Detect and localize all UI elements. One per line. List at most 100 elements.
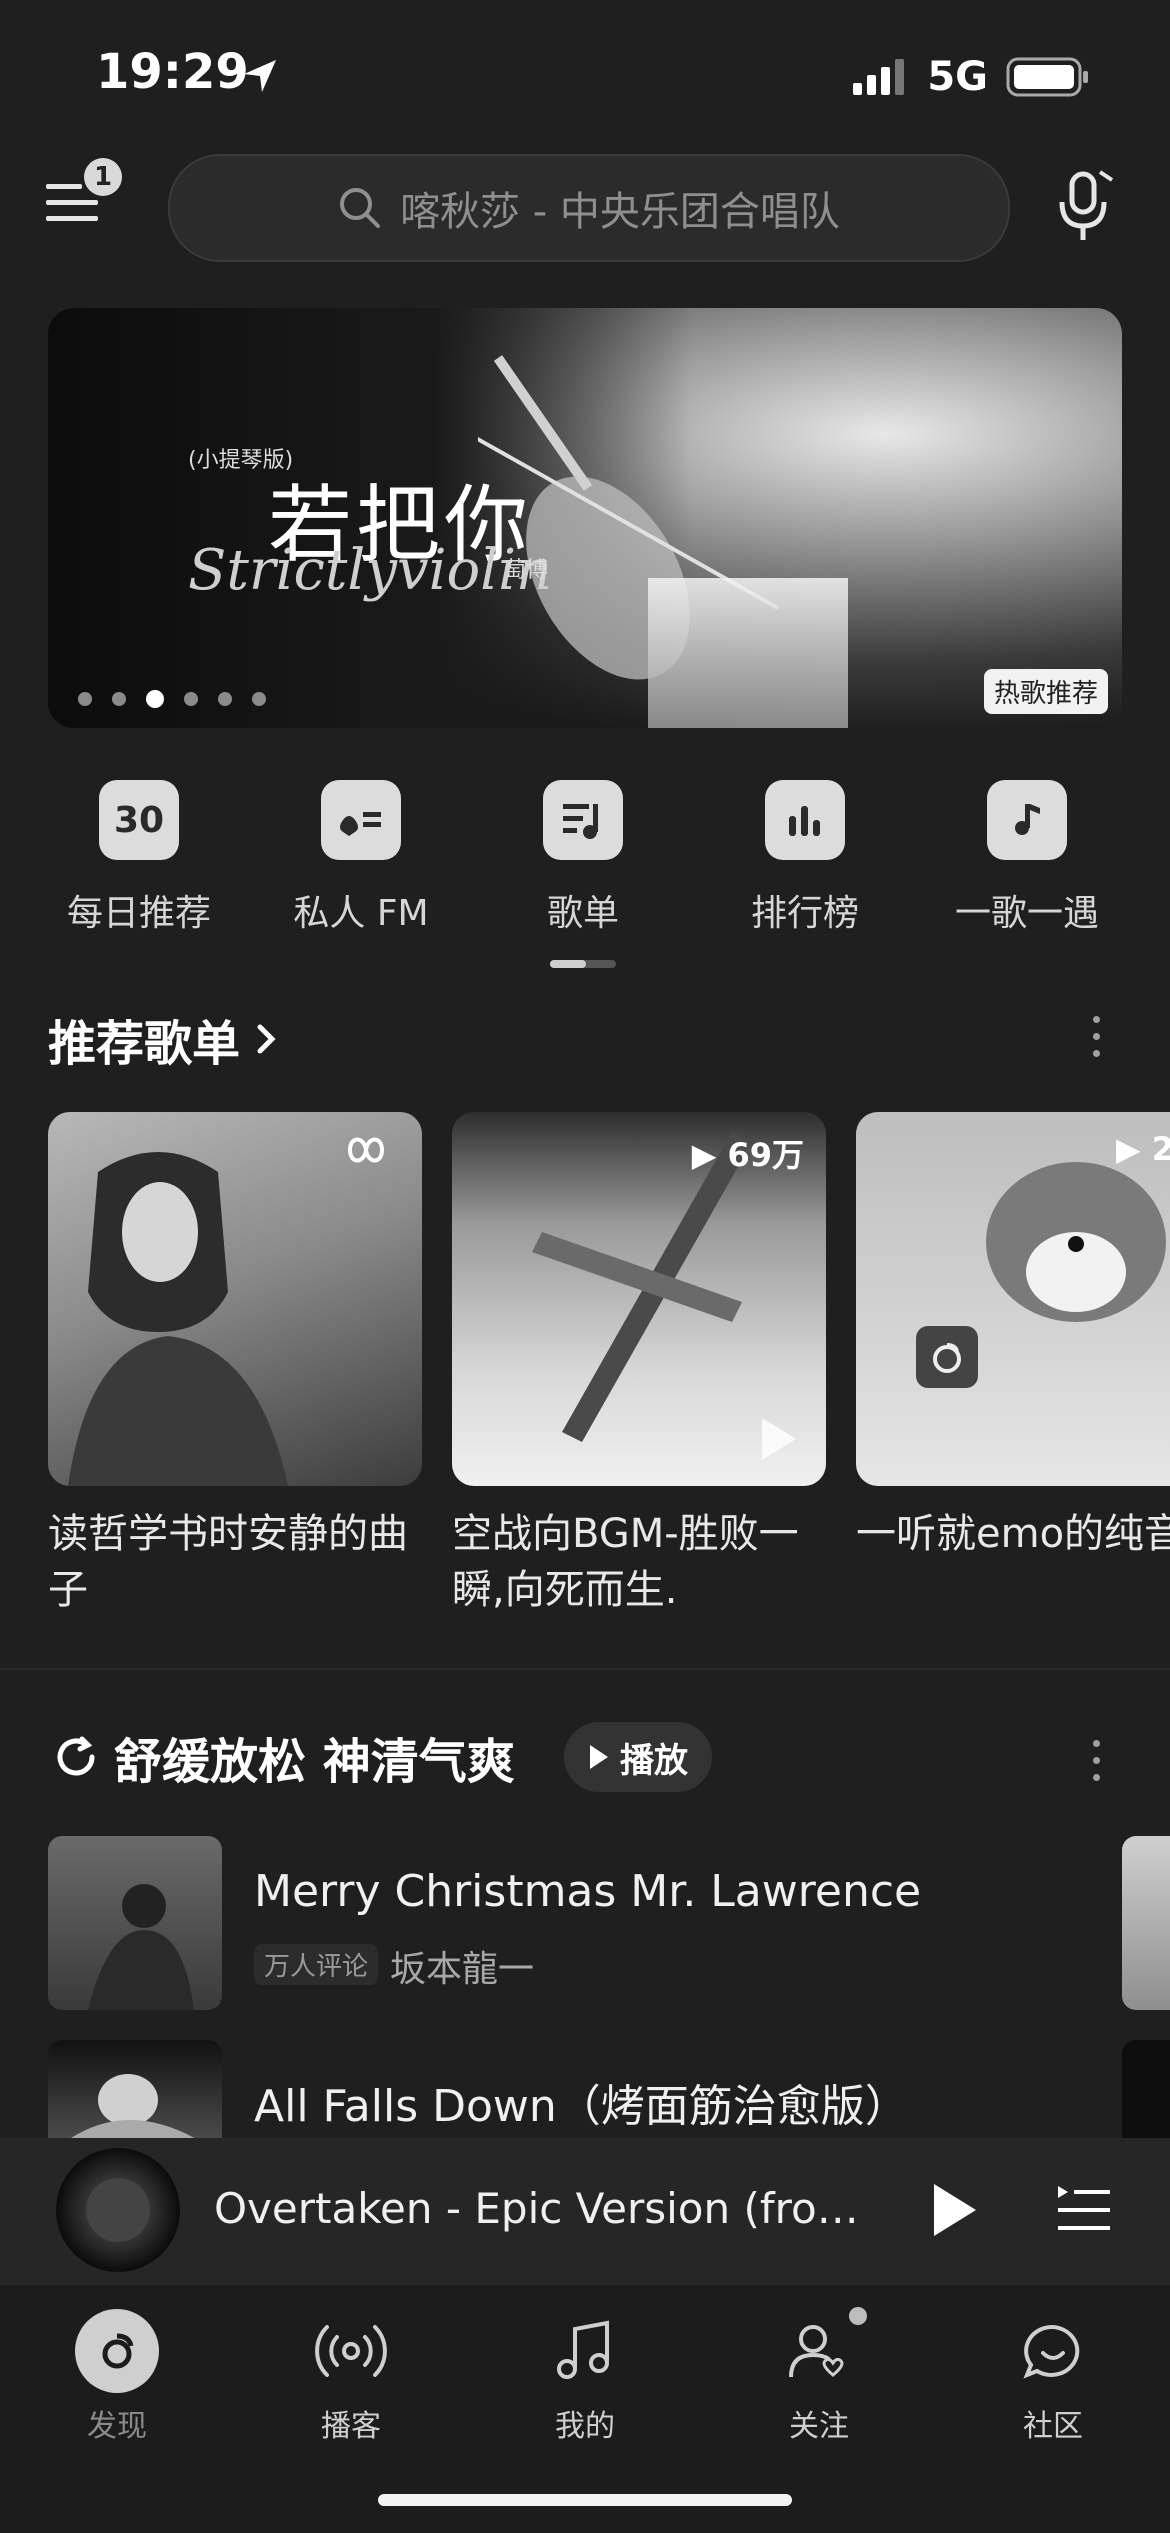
search-placeholder: 喀秋莎 - 中央乐团合唱队 [400,189,840,235]
song-artist: 坂本龍一 [390,1949,535,1990]
banner-pagination [78,690,266,708]
banner-dot[interactable] [112,692,126,706]
playlist-card[interactable]: ▶ 20 一听就emo的纯音乐 [856,1112,1170,1562]
play-all-button[interactable]: 播放 [564,1722,712,1792]
microphone-icon [1059,170,1114,240]
tab-community[interactable]: 社区 [936,2309,1170,2445]
home-indicator [378,2494,792,2506]
app-logo-icon [916,1326,978,1388]
search-input[interactable]: 喀秋莎 - 中央乐团合唱队 [168,154,1010,262]
hero-banner[interactable]: (小提琴版) 若把你 Strictlyviolin 萄博 热歌推荐 [48,308,1122,728]
song-row[interactable]: Merry Christmas Mr. Lawrence 万人评论 坂本龍一 [48,1836,1170,2012]
quick-nav-charts[interactable]: 排行榜 [694,780,916,936]
next-column-preview [1122,1836,1170,2010]
menu-button[interactable]: 1 [46,158,122,240]
play-icon[interactable] [756,1414,800,1464]
recommended-more-button[interactable] [1090,1016,1102,1057]
banner-dot[interactable] [184,692,198,706]
follow-icon [777,2307,867,2393]
quick-nav-label: 排行榜 [750,893,859,934]
refresh-icon[interactable] [52,1733,100,1781]
mini-player-disc[interactable] [56,2148,180,2272]
playlist-play-count: ▶ 20 [1116,1130,1170,1168]
playlist-title: 空战向BGM-胜败一瞬,向死而生. [452,1511,799,1613]
song-cover [48,1836,222,2010]
search-icon [340,188,381,228]
section-divider [0,1668,1170,1670]
signal-icon [853,59,905,95]
relax-header: 舒缓放松 神清气爽 [52,1722,515,1792]
quick-nav-scroll-thumb [550,960,586,968]
playlist-title: 读哲学书时安静的曲子 [48,1511,408,1613]
location-arrow-icon [244,60,276,92]
recommended-header[interactable]: 推荐歌单 [48,1004,280,1074]
podcast-icon [309,2309,393,2393]
tab-label: 发现 [87,2409,147,2444]
playlist-card[interactable]: ▶ 69万 空战向BGM-胜败一瞬,向死而生. [452,1112,826,1618]
quick-nav-label: 一歌一遇 [954,893,1099,934]
playlist-card[interactable]: 读哲学书时安静的曲子 [48,1112,422,1618]
playlist-icon [543,780,623,860]
status-time: 19:29 [96,44,249,100]
tab-podcast[interactable]: 播客 [234,2309,468,2445]
queue-icon[interactable] [1056,2184,1112,2236]
network-label: 5G [927,54,988,100]
quick-nav-label: 歌单 [546,893,619,934]
banner-dot[interactable] [78,692,92,706]
tab-discover[interactable]: 发现 [0,2309,234,2445]
banner-tag: 热歌推荐 [983,669,1108,714]
community-icon [1011,2309,1095,2393]
next-column-preview [1122,2040,1170,2138]
play-icon [590,1745,608,1769]
banner-artist: 萄博 [504,558,549,583]
notification-badge: 1 [84,158,122,196]
chart-icon [765,780,845,860]
banner-dot[interactable] [252,692,266,706]
tab-label: 我的 [555,2409,615,2444]
battery-icon [1006,57,1088,97]
radio-icon [321,780,401,860]
playlist-cover: ▶ 69万 [452,1112,826,1486]
song-title: All Falls Down（烤面筋治愈版） [254,2081,909,2132]
relax-title: 舒缓放松 神清气爽 [114,1734,515,1790]
song-row[interactable]: All Falls Down（烤面筋治愈版） [48,2040,1170,2138]
infinity-icon [347,1137,385,1163]
tab-label: 社区 [1023,2409,1083,2444]
mini-player[interactable]: Overtaken - Epic Version (from "... [0,2138,1170,2284]
banner-dot-active[interactable] [146,690,164,708]
voice-search-button[interactable] [1056,170,1116,244]
chevron-right-icon [257,1024,276,1054]
quick-nav-label: 私人 FM [293,893,429,934]
recommended-title: 推荐歌单 [48,1016,241,1072]
quick-nav-song-encounter[interactable]: 一歌一遇 [916,780,1138,936]
calendar-icon: 30 [99,780,179,860]
banner-dot[interactable] [218,692,232,706]
song-cover [48,2040,222,2138]
quick-nav-fm[interactable]: 私人 FM [250,780,472,936]
banner-script-text: Strictlyviolin [188,538,553,603]
quick-nav: 30 每日推荐 私人 FM 歌单 排行榜 一歌一遇 [0,780,1170,950]
playlist-cover: ▶ 20 [856,1112,1170,1486]
tab-label: 播客 [321,2409,381,2444]
song-comment-tag: 万人评论 [254,1944,379,1985]
discover-icon [75,2309,159,2393]
tab-mine[interactable]: 我的 [468,2309,702,2445]
relax-more-button[interactable] [1090,1740,1102,1781]
playlist-cover [48,1112,422,1486]
follow-notification-dot [849,2307,867,2325]
song-title: Merry Christmas Mr. Lawrence [254,1866,922,1917]
tab-follow[interactable]: 关注 [702,2307,936,2445]
quick-nav-daily[interactable]: 30 每日推荐 [28,780,250,936]
status-indicators: 5G [853,54,1090,100]
music-card-icon [987,780,1067,860]
mini-player-title: Overtaken - Epic Version (from "... [214,2184,894,2233]
quick-nav-label: 每日推荐 [66,893,211,934]
music-note-icon [543,2309,627,2393]
banner-waterfall [648,578,848,728]
playlist-title: 一听就emo的纯音乐 [856,1511,1170,1557]
play-button-icon[interactable] [928,2180,980,2240]
play-all-label: 播放 [620,1740,688,1781]
playlist-play-count: ▶ 69万 [691,1136,804,1174]
quick-nav-playlist[interactable]: 歌单 [472,780,694,936]
tab-label: 关注 [789,2409,849,2444]
